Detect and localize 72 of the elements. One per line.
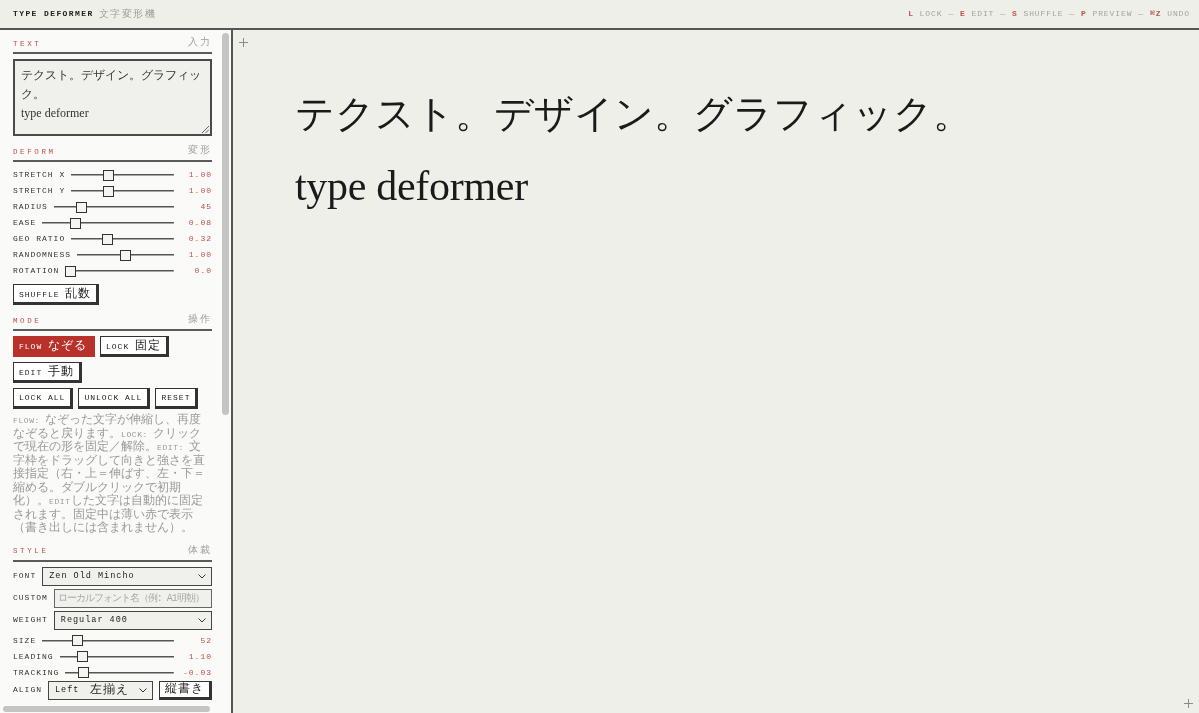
field-label: ALIGN <box>13 684 42 696</box>
slider-label: GEO RATIO <box>13 233 66 245</box>
scrollbar-thumb[interactable] <box>222 33 229 415</box>
dash-separator: — <box>1000 8 1007 20</box>
slider-thumb[interactable] <box>70 217 81 229</box>
shortcut-hint: L LOCK <box>908 8 943 20</box>
preview-text: type deformer <box>295 162 529 211</box>
dash-separator: — <box>948 8 955 20</box>
slider-value: 0.0 <box>193 265 212 277</box>
slider-thumb[interactable] <box>77 651 89 662</box>
slider-thumb[interactable] <box>103 169 115 181</box>
button[interactable]: EDIT 手動 <box>13 362 82 383</box>
slider-thumb[interactable] <box>101 233 113 245</box>
button[interactable]: UNLOCK ALL <box>78 388 151 409</box>
plus-icon <box>239 38 248 47</box>
chevron-down-icon <box>198 617 206 623</box>
button[interactable]: RESET <box>155 388 199 409</box>
slider-value: -0.03 <box>182 666 212 679</box>
slider-value: 1.00 <box>187 169 212 181</box>
section-subtitle: 操作 <box>188 315 212 325</box>
section-subtitle: 変形 <box>188 146 212 156</box>
slider-value: 0.32 <box>187 233 212 245</box>
slider-value: 1.10 <box>187 650 212 663</box>
help-text: FLOW: なぞった文字が伸縮し、再度なぞると戻ります。LOCK: クリックで現在の形を固定／解除。EDIT: 文字枠をドラッグして向きと強さを直接指定（右・上＝伸ばす、左・下＝縮める。ダブルクリックで初期化）。EDITした文字は自動的に固定されます。固定中は薄い赤で表示（書き出しには含まれません）。 <box>13 414 206 536</box>
plus-icon <box>1184 699 1193 708</box>
dropdown[interactable]: Left 左揃え <box>48 680 153 700</box>
slider-label: EASE <box>13 217 37 229</box>
chevron-down-icon <box>198 573 206 579</box>
shortcut-hint: P PREVIEW <box>1081 8 1133 20</box>
button[interactable]: SHUFFLE 乱数 <box>13 284 100 305</box>
dropdown[interactable]: Regular 400 <box>53 610 212 630</box>
text-input[interactable]: テクスト。デザイン。グラフィック。 type deformer <box>13 59 212 136</box>
preview-text: テクスト。デザイン。グラフィック。 <box>295 91 973 137</box>
slider-label: TRACKING <box>13 666 60 679</box>
section-subtitle: 入力 <box>188 38 212 48</box>
slider-label: SIZE <box>13 634 37 647</box>
scrollbar-thumb[interactable] <box>3 706 210 712</box>
field-label: WEIGHT <box>13 614 48 626</box>
chevron-down-icon <box>139 687 147 693</box>
button[interactable]: FLOW なぞる <box>13 336 95 357</box>
slider-value: 52 <box>199 634 212 647</box>
field-label: FONT <box>13 570 37 582</box>
slider-thumb[interactable] <box>78 667 90 678</box>
slider-value: 45 <box>199 201 212 213</box>
button[interactable]: LOCK ALL <box>13 388 74 409</box>
app-title: TYPE DEFORMER <box>13 8 94 20</box>
dash-separator: — <box>1069 8 1076 20</box>
button[interactable]: 縦書き <box>159 680 212 700</box>
slider-thumb[interactable] <box>65 265 77 277</box>
slider-thumb[interactable] <box>72 635 84 646</box>
shortcut-hint: E EDIT <box>960 8 995 20</box>
slider-label: STRETCH Y <box>13 185 66 197</box>
resize-grip-icon[interactable] <box>202 126 209 133</box>
slider-label: RANDOMNESS <box>13 249 71 261</box>
dash-separator: — <box>1138 8 1145 20</box>
slider-label: STRETCH X <box>13 169 66 181</box>
slider-thumb[interactable] <box>120 249 131 261</box>
field-label: CUSTOM <box>13 592 48 604</box>
slider-value: 0.08 <box>187 217 212 229</box>
slider-thumb[interactable] <box>75 201 87 213</box>
slider-value: 1.00 <box>187 249 212 261</box>
slider-thumb[interactable] <box>103 185 115 197</box>
button[interactable]: LOCK 固定 <box>100 336 170 357</box>
slider-label: RADIUS <box>13 201 48 213</box>
section-subtitle: 体裁 <box>188 545 212 556</box>
shortcut-hint: S SHUFFLE <box>1012 8 1064 20</box>
app-subtitle: 文字変形機 <box>98 7 157 22</box>
slider-value: 1.00 <box>187 185 212 197</box>
slider-label: LEADING <box>13 650 54 663</box>
shortcut-hint: ⌘Z UNDO <box>1150 8 1190 20</box>
slider-label: ROTATION <box>13 265 60 277</box>
dropdown[interactable]: Zen Old Mincho <box>42 566 212 586</box>
